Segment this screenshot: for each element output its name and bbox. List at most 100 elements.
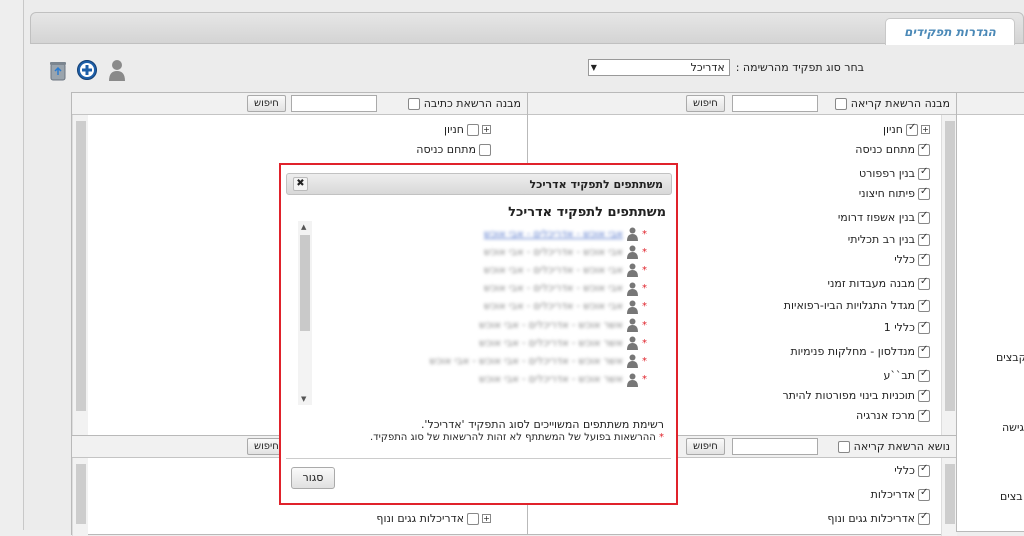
tree-item[interactable]: מנדלסון - מחלקות פנימיות: [790, 344, 930, 358]
tree-item-checkbox[interactable]: [918, 320, 930, 334]
tree-item-checkbox[interactable]: [918, 252, 930, 266]
user-icon[interactable]: [106, 59, 128, 81]
required-star: *: [642, 228, 647, 240]
write-structure-header: מבנה הרשאת כתיבה חיפוש: [72, 93, 527, 115]
read-topic-select-all[interactable]: [838, 441, 851, 453]
write-structure-select-all[interactable]: [408, 98, 421, 110]
tree-item-checkbox[interactable]: [918, 388, 930, 402]
read-topic-search-button[interactable]: חיפוש: [686, 438, 725, 455]
dialog-header: משתתפים לתפקיד אדריכל ✖: [286, 173, 672, 195]
files-panel-partial: [956, 92, 1024, 532]
tree-item-checkbox[interactable]: [918, 408, 930, 422]
read-structure-search-button[interactable]: חיפוש: [686, 95, 725, 112]
participant-link[interactable]: אבי אוכש - אדריכלים - אבי אוכש: [484, 265, 623, 276]
read-structure-select-all[interactable]: [835, 98, 848, 110]
tree-item-label: בנין רפפורט: [858, 167, 915, 180]
tab-role-settings[interactable]: הגדרות תפקידים: [885, 18, 1015, 45]
tree-item[interactable]: תוכניות בינוי מפורטות להיתר: [782, 388, 930, 402]
write-structure-scrollbar[interactable]: [72, 115, 88, 435]
tree-item-label: מבנה מעבדות זמני: [827, 277, 915, 290]
tree-item-checkbox[interactable]: [918, 487, 930, 501]
tree-item[interactable]: מגדל התגלויות הביו-רפואיות: [784, 298, 930, 312]
read-structure-search-input[interactable]: [732, 95, 818, 112]
tree-item-label: מרכז אנרגיה: [856, 409, 915, 422]
role-selector: בחר סוג תפקיד מהרשימה : אדריכל ▼: [587, 59, 864, 76]
scroll-up-icon[interactable]: ▲: [301, 223, 306, 231]
role-select[interactable]: אדריכל ▼: [587, 59, 730, 76]
tree-item[interactable]: מתחם כניסה: [855, 142, 930, 156]
read-structure-scrollbar[interactable]: [941, 115, 957, 435]
tree-item[interactable]: תב``ע: [884, 368, 930, 382]
participant-user-icon: [627, 318, 638, 332]
tree-item[interactable]: בנין אשפוז דרומי: [838, 210, 930, 224]
tree-item[interactable]: כללי 1: [884, 320, 930, 334]
participant-user-icon: [627, 227, 638, 241]
write-topic-scrollbar[interactable]: [72, 458, 88, 536]
participant-link[interactable]: אבי אוכש - אדריכלים - אבי אוכש: [484, 301, 623, 312]
participant-row: * אבי אוכש - אדריכלים - אבי אוכש: [484, 263, 647, 278]
tree-item-checkbox[interactable]: [918, 368, 930, 382]
tree-item-checkbox[interactable]: [479, 143, 491, 156]
tree-item-checkbox[interactable]: [467, 123, 479, 136]
write-structure-search-input[interactable]: [291, 95, 377, 112]
expand-icon[interactable]: +: [482, 514, 491, 523]
tree-item-label: חניון: [443, 123, 464, 136]
tree-item[interactable]: כללי: [894, 252, 930, 266]
required-star: *: [642, 337, 647, 349]
required-star: *: [642, 355, 647, 367]
tree-item[interactable]: כללי: [894, 463, 930, 477]
tree-item-label: תוכניות בינוי מפורטות להיתר: [782, 389, 915, 402]
expand-icon[interactable]: +: [482, 125, 491, 134]
tree-item[interactable]: בנין רב תכליתי: [848, 232, 930, 246]
add-icon[interactable]: [76, 59, 98, 81]
participant-link[interactable]: אבי אוכש - אדריכלים - אבי אוכש: [484, 247, 623, 258]
tree-item[interactable]: מבנה מעבדות זמני: [827, 276, 930, 290]
tree-item[interactable]: מתחם כניסה: [416, 143, 491, 156]
tree-item-checkbox[interactable]: [918, 276, 930, 290]
write-structure-search-button[interactable]: חיפוש: [247, 95, 286, 112]
tree-item-checkbox[interactable]: [467, 512, 479, 525]
tree-item[interactable]: אדריכלות גגים ונוף: [827, 511, 930, 525]
read-topic-search-input[interactable]: [732, 438, 818, 455]
tree-item-checkbox[interactable]: [918, 166, 930, 180]
participant-user-icon: [627, 373, 638, 387]
scroll-down-icon[interactable]: ▼: [301, 395, 306, 403]
close-button[interactable]: סגור: [291, 467, 335, 489]
close-icon[interactable]: ✖: [293, 177, 308, 191]
participant-row: * אבי אוכש - אדריכלים - אבי אוכש: [484, 282, 647, 296]
participant-link[interactable]: אשר אוכש - אדריכלים - אבי אוכש: [479, 374, 623, 385]
participant-link[interactable]: אבי אוכש - אדריכלים - אבי אוכש: [484, 229, 623, 240]
tree-item-checkbox[interactable]: [906, 122, 918, 136]
dialog-separator: [286, 458, 671, 459]
expand-icon[interactable]: +: [921, 125, 930, 134]
tree-item[interactable]: + אדריכלות גגים ונוף: [376, 512, 491, 525]
read-topic-scrollbar[interactable]: [941, 458, 957, 536]
write-structure-title: מבנה הרשאת כתיבה: [408, 97, 521, 110]
tree-item-checkbox[interactable]: [918, 463, 930, 477]
tree-item-checkbox[interactable]: [918, 186, 930, 200]
tree-item[interactable]: מרכז אנרגיה: [856, 408, 930, 422]
participant-row: * אשר אוכש - אדריכלים - אבי אוכש - אבי או…: [430, 354, 647, 369]
files-panel-header: [957, 93, 1024, 115]
required-star: *: [642, 374, 647, 386]
tree-item-checkbox[interactable]: [918, 344, 930, 358]
tree-item-checkbox[interactable]: [918, 298, 930, 312]
tree-item-checkbox[interactable]: [918, 210, 930, 224]
participants-dialog: משתתפים לתפקיד אדריכל ✖ משתתפים לתפקיד א…: [279, 163, 678, 505]
tree-item-label: כללי: [894, 464, 915, 477]
participant-link[interactable]: אשר אוכש - אדריכלים - אבי אוכש - אבי אוכ…: [430, 356, 623, 367]
tree-item[interactable]: אדריכלות: [871, 487, 930, 501]
tree-item[interactable]: פיתוח חיצוני: [859, 186, 930, 200]
tree-item-checkbox[interactable]: [918, 142, 930, 156]
participant-link[interactable]: אשר אוכש - אדריכלים - אבי אוכש: [479, 320, 623, 331]
participant-link[interactable]: אשר אוכש - אדריכלים - אבי אוכש: [479, 338, 623, 349]
recycle-bin-icon[interactable]: [47, 59, 69, 81]
participant-link[interactable]: אבי אוכש - אדריכלים - אבי אוכש: [484, 283, 623, 294]
participants-scrollbar[interactable]: ▲ ▼: [298, 221, 312, 405]
tree-item[interactable]: בנין רפפורט: [858, 166, 930, 180]
tree-item[interactable]: + חניון: [883, 122, 930, 136]
tree-item-checkbox[interactable]: [918, 232, 930, 246]
dropdown-arrow-icon: ▼: [590, 63, 597, 72]
tree-item-checkbox[interactable]: [918, 511, 930, 525]
tree-item[interactable]: + חניון: [444, 123, 491, 136]
